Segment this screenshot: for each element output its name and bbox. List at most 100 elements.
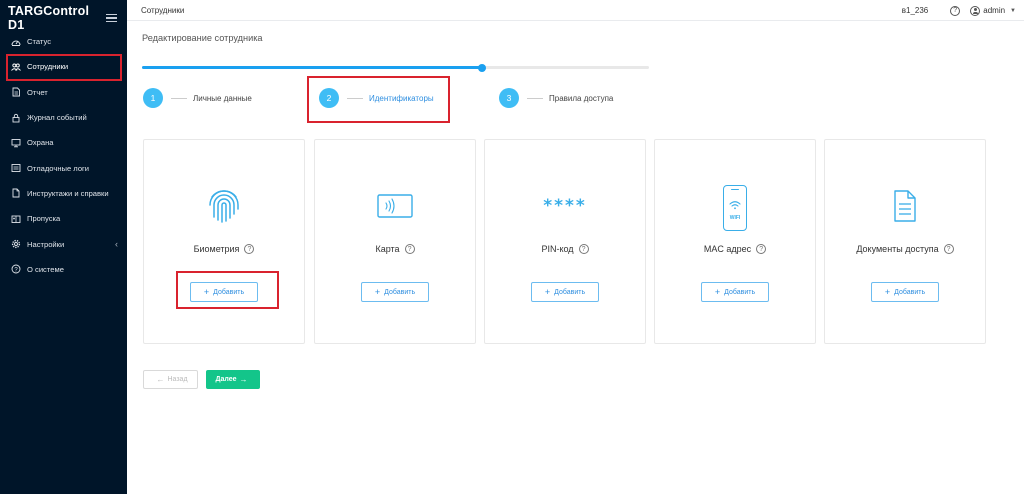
help-icon[interactable]: ? [244, 244, 255, 254]
add-document-button[interactable]: + Добавить [871, 282, 939, 302]
card-pin: **** PIN-код ? + Добавить [484, 139, 646, 344]
card-title-text: Биометрия [193, 244, 240, 254]
add-label: Добавить [384, 288, 416, 296]
sidebar-item-about[interactable]: ? О системе [0, 257, 127, 282]
add-label: Добавить [894, 288, 926, 296]
add-pin-button[interactable]: + Добавить [531, 282, 599, 302]
sidebar-item-label: Инструктажи и справки [27, 188, 109, 198]
step-line [171, 97, 187, 99]
progress-knob [477, 63, 486, 72]
back-label: Назад [167, 376, 188, 383]
pin-mask: **** [543, 195, 587, 216]
help-icon[interactable]: ? [756, 244, 767, 254]
pin-icon: **** [485, 186, 645, 226]
sidebar-item-label: Журнал событий [27, 113, 87, 123]
sidebar-item-briefings[interactable]: Инструктажи и справки [0, 181, 127, 206]
add-mac-button[interactable]: + Добавить [701, 282, 769, 302]
pass-icon [10, 213, 21, 224]
help-icon[interactable]: ? [404, 244, 415, 254]
card-title-text: PIN-код [541, 244, 574, 254]
step-line [347, 97, 363, 99]
document-icon [10, 188, 21, 199]
add-label: Добавить [554, 288, 586, 296]
next-label: Далее [215, 376, 237, 383]
report-icon [10, 87, 21, 98]
sidebar-item-status[interactable]: Статус [0, 29, 127, 54]
next-button[interactable]: Далее → [206, 370, 260, 389]
step-label: Идентификаторы [369, 93, 434, 103]
back-button[interactable]: ← Назад [143, 370, 198, 389]
topbar-title: Сотрудники [141, 5, 185, 15]
sidebar-item-label: Статус [27, 37, 52, 47]
sidebar-item-label: Настройки [27, 239, 65, 249]
user-name[interactable]: admin [983, 6, 1005, 15]
card-title-text: MAC адрес [703, 244, 752, 254]
add-label: Добавить [724, 288, 756, 296]
step-number: 3 [499, 88, 519, 108]
topbar-right: в1_236 ? admin ▼ [902, 0, 1016, 21]
fingerprint-icon [144, 186, 304, 226]
arrow-right-icon: → [239, 375, 248, 384]
step-number: 1 [143, 88, 163, 108]
document-icon [825, 186, 985, 226]
lock-icon [10, 112, 21, 123]
arrow-left-icon: ← [156, 375, 165, 384]
sidebar-item-label: Отчет [27, 87, 48, 97]
step-identifiers[interactable]: 2 Идентификаторы [319, 88, 434, 108]
sidebar-item-label: Охрана [27, 138, 54, 148]
chevron-left-icon[interactable]: ‹ [115, 239, 118, 249]
card-title: MAC адрес ? [655, 244, 815, 254]
add-label: Добавить [213, 288, 245, 296]
step-personal-data[interactable]: 1 Личные данные [143, 88, 252, 108]
card-biometrics: Биометрия ? + Добавить [143, 139, 305, 344]
help-icon[interactable]: ? [943, 244, 954, 254]
plus-icon: + [374, 287, 381, 297]
card-title: Биометрия ? [144, 244, 304, 254]
sidebar-item-label: О системе [27, 264, 64, 274]
plus-icon: + [714, 287, 721, 297]
card-mac: WIFI MAC адрес ? + Добавить [654, 139, 816, 344]
sidebar-item-security[interactable]: Охрана [0, 130, 127, 155]
user-icon[interactable] [970, 5, 981, 16]
sidebar-item-employees[interactable]: Сотрудники [0, 54, 127, 79]
sidebar-item-label: Отладочные логи [27, 163, 90, 173]
progress-bar [142, 63, 649, 72]
list-icon [10, 163, 21, 174]
help-icon[interactable]: ? [950, 5, 961, 16]
sidebar-item-report[interactable]: Отчет [0, 80, 127, 105]
phone-wifi-icon: WIFI [655, 184, 815, 232]
step-line [527, 97, 543, 99]
sidebar-item-debug-logs[interactable]: Отладочные логи [0, 155, 127, 180]
wifi-label: WIFI [729, 215, 741, 221]
caret-down-icon[interactable]: ▼ [1010, 8, 1016, 14]
sidebar-item-label: Сотрудники [27, 62, 69, 72]
sidebar: TARGControl D1 Статус Сотрудники Отчет Ж… [0, 0, 127, 494]
card-title: Документы доступа ? [825, 244, 985, 254]
plus-icon: + [203, 287, 210, 297]
site-code: в1_236 [901, 6, 929, 15]
sidebar-item-settings[interactable]: Настройки ‹ [0, 231, 127, 256]
card-title-text: Карта [375, 244, 400, 254]
monitor-icon [10, 137, 21, 148]
card-title: Карта ? [315, 244, 475, 254]
step-label: Личные данные [193, 93, 252, 103]
menu-toggle-icon[interactable] [106, 13, 117, 23]
gear-icon [10, 239, 21, 250]
brand-title: TARGControl D1 [8, 4, 90, 32]
card-access-documents: Документы доступа ? + Добавить [824, 139, 986, 344]
step-access-rules[interactable]: 3 Правила доступа [499, 88, 613, 108]
sidebar-item-passes[interactable]: Пропуска [0, 206, 127, 231]
topbar: Сотрудники в1_236 ? admin ▼ [127, 0, 1024, 21]
add-card-button[interactable]: + Добавить [361, 282, 429, 302]
add-biometrics-button[interactable]: + Добавить [190, 282, 258, 302]
step-number: 2 [319, 88, 339, 108]
card-title: PIN-код ? [485, 244, 645, 254]
help-icon[interactable]: ? [578, 244, 589, 254]
sidebar-item-event-log[interactable]: Журнал событий [0, 105, 127, 130]
dashboard-icon [10, 36, 21, 47]
question-icon: ? [10, 264, 21, 275]
sidebar-item-label: Пропуска [27, 214, 61, 224]
card-title-text: Документы доступа [856, 244, 939, 254]
plus-icon: + [884, 287, 891, 297]
page-title: Редактирование сотрудника [142, 33, 263, 43]
